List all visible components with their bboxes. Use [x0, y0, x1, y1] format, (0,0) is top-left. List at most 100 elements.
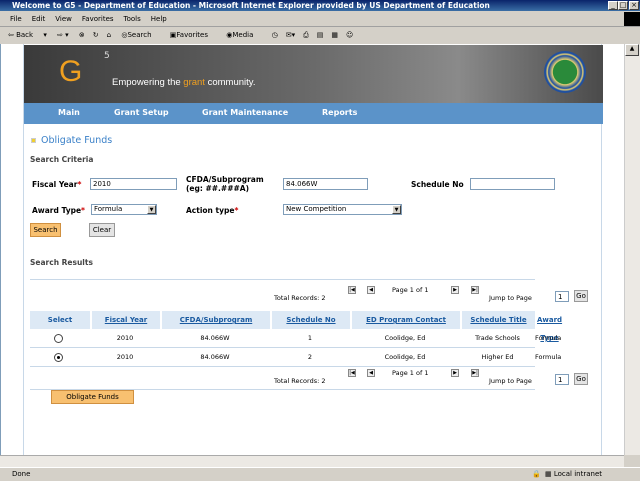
- action-type-label: Action type*: [186, 206, 239, 215]
- jump-to-page-label: Jump to Page: [489, 294, 532, 302]
- schedule-no-input[interactable]: [470, 178, 555, 190]
- table-cell: 84.066W: [200, 334, 230, 342]
- nav-main[interactable]: Main: [58, 108, 80, 117]
- first-page-icon[interactable]: |◀: [348, 286, 356, 294]
- maximize-button[interactable]: □: [618, 1, 628, 10]
- home-icon[interactable]: ⌂: [107, 31, 111, 39]
- menu-favorites[interactable]: Favorites: [82, 15, 114, 23]
- refresh-icon[interactable]: ↻: [93, 31, 99, 39]
- page-indicator: Page 1 of 1: [392, 286, 429, 294]
- media-button[interactable]: ◉Media: [226, 31, 261, 39]
- menu-tools[interactable]: Tools: [124, 15, 141, 23]
- action-type-select[interactable]: New Competition ▼: [283, 204, 402, 215]
- chevron-down-icon: ▼: [147, 205, 156, 214]
- window-title: Welcome to G5 - Department of Education …: [0, 0, 640, 11]
- banner: G 5 Empowering the grant community.: [24, 45, 603, 103]
- award-type-label: Award Type*: [32, 206, 85, 215]
- cfda-label: CFDA/Subprogram (eg: ##.###A): [186, 175, 264, 193]
- schedule-no-label: Schedule No: [411, 180, 464, 189]
- nav-reports[interactable]: Reports: [322, 108, 357, 117]
- scroll-up-icon[interactable]: ▲: [625, 44, 639, 56]
- horizontal-scrollbar[interactable]: [0, 455, 624, 467]
- page-title: Obligate Funds: [41, 135, 113, 146]
- edit-icon[interactable]: ▤: [317, 31, 324, 39]
- fiscal-year-input[interactable]: 2010: [90, 178, 177, 190]
- select-radio[interactable]: [54, 353, 63, 362]
- mail-icon[interactable]: ✉▾: [286, 31, 295, 39]
- table-cell: Higher Ed: [481, 353, 514, 361]
- content: G 5 Empowering the grant community. Main…: [23, 44, 603, 455]
- column-header[interactable]: Schedule No: [270, 311, 350, 329]
- column-header[interactable]: Fiscal Year: [90, 311, 160, 329]
- divider: [30, 279, 535, 280]
- column-header[interactable]: CFDA/Subprogram: [160, 311, 270, 329]
- select-radio[interactable]: [54, 334, 63, 343]
- search-criteria-heading: Search Criteria: [30, 155, 94, 164]
- pager-bottom: Total Records: 2 |◀ ◀ Page 1 of 1 ▶ ▶| J…: [24, 367, 603, 387]
- table-cell: 2010: [116, 353, 134, 361]
- table-cell: 2: [307, 353, 313, 361]
- column-header[interactable]: ED Program Contact: [350, 311, 460, 329]
- history-icon[interactable]: ◷: [272, 31, 278, 39]
- print-icon[interactable]: ⎙: [303, 31, 309, 39]
- first-page-icon[interactable]: |◀: [348, 369, 356, 377]
- table-row[interactable]: 2010 84.066W 1 Coolidge, Ed Trade Schools For…: [30, 329, 561, 348]
- jump-to-page-label: Jump to Page: [489, 377, 532, 385]
- menu-edit[interactable]: Edit: [32, 15, 46, 23]
- page-viewport: G 5 Empowering the grant community. Main…: [0, 44, 624, 455]
- prev-page-icon[interactable]: ◀: [367, 369, 375, 377]
- table-cell: Trade Schools: [475, 334, 520, 342]
- messenger-icon[interactable]: ☺: [346, 31, 353, 39]
- nav-grant-setup[interactable]: Grant Setup: [114, 108, 169, 117]
- search-results-heading: Search Results: [30, 258, 93, 267]
- vertical-scrollbar[interactable]: ▲: [624, 44, 640, 455]
- jump-page-input[interactable]: 1: [555, 374, 569, 385]
- next-page-icon[interactable]: ▶: [451, 369, 459, 377]
- menu-file[interactable]: File: [10, 15, 22, 23]
- menu-help[interactable]: Help: [151, 15, 167, 23]
- column-header[interactable]: Award Type: [535, 311, 562, 342]
- g5-logo-sup: 5: [104, 51, 110, 61]
- award-type-select[interactable]: Formula ▼: [91, 204, 157, 215]
- department-seal-icon: [544, 51, 586, 93]
- toolbar: ⇦ Back ▾ ⇨ ▾ ⊗ ↻ ⌂ ◎Search ▣Favorites ◉Med…: [0, 27, 640, 44]
- favorites-button[interactable]: ▣Favorites: [170, 31, 216, 39]
- table-cell: Coolidge, Ed: [384, 353, 426, 361]
- cfda-input[interactable]: 84.066W: [283, 178, 368, 190]
- menu-view[interactable]: View: [55, 15, 72, 23]
- jump-page-input[interactable]: 1: [555, 291, 569, 302]
- clear-button[interactable]: Clear: [89, 223, 115, 237]
- forward-button[interactable]: ⇨ ▾: [57, 31, 69, 39]
- pager-top: Total Records: 2 |◀ ◀ Page 1 of 1 ▶ ▶| J…: [24, 284, 603, 304]
- next-page-icon[interactable]: ▶: [451, 286, 459, 294]
- stop-icon[interactable]: ⊗: [79, 31, 85, 39]
- nav-bar: Main Grant Setup Grant Maintenance Repor…: [24, 103, 603, 124]
- nav-grant-maintenance[interactable]: Grant Maintenance: [202, 108, 288, 117]
- discuss-icon[interactable]: ▦: [331, 31, 338, 39]
- tagline: Empowering the grant community.: [112, 77, 256, 88]
- g5-logo: G: [59, 55, 83, 88]
- status-text: Done: [12, 470, 31, 478]
- obligate-funds-button[interactable]: Obligate Funds: [51, 390, 134, 404]
- fiscal-year-label: Fiscal Year*: [32, 180, 82, 189]
- chevron-down-icon: ▼: [392, 205, 401, 214]
- close-button[interactable]: ×: [629, 1, 639, 10]
- go-button[interactable]: Go: [574, 290, 588, 302]
- lock-icon: 🔒: [532, 470, 541, 478]
- total-records: Total Records: 2: [274, 377, 326, 385]
- search-button[interactable]: ◎Search: [121, 31, 159, 39]
- back-button[interactable]: ⇦ Back ▾: [8, 31, 47, 39]
- search-button[interactable]: Search: [30, 223, 61, 237]
- last-page-icon[interactable]: ▶|: [471, 286, 479, 294]
- table-row[interactable]: 2010 84.066W 2 Coolidge, Ed Higher Ed Formula: [30, 348, 561, 367]
- status-bar: Done 🔒 ▦ Local intranet: [0, 467, 640, 480]
- table-cell: 84.066W: [200, 353, 230, 361]
- go-button[interactable]: Go: [574, 373, 588, 385]
- total-records: Total Records: 2: [274, 294, 326, 302]
- column-header[interactable]: Schedule Title: [460, 311, 535, 329]
- table-cell: Formula: [535, 353, 562, 361]
- prev-page-icon[interactable]: ◀: [367, 286, 375, 294]
- bullet-icon: [31, 138, 36, 143]
- last-page-icon[interactable]: ▶|: [471, 369, 479, 377]
- minimize-button[interactable]: _: [608, 1, 618, 10]
